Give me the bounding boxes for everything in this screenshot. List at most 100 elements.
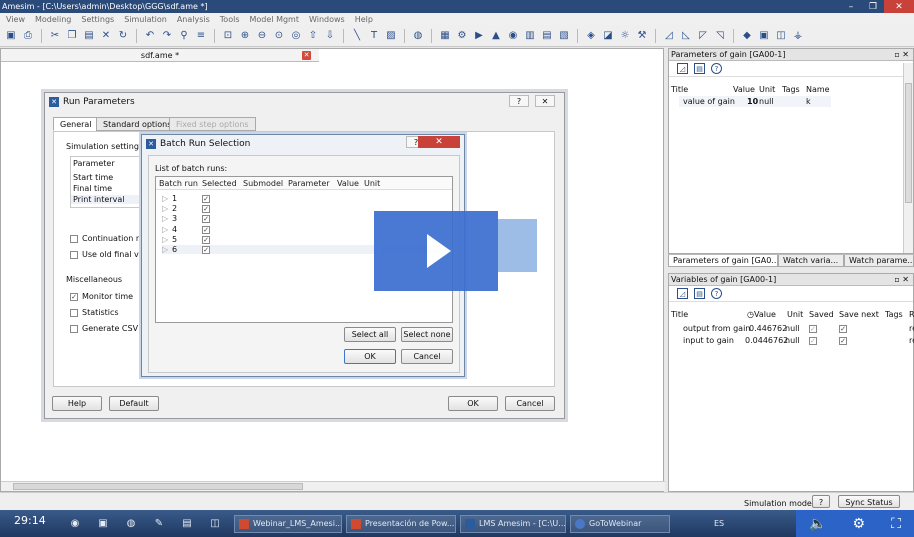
print-icon[interactable]: ⎙ [21,29,35,43]
generate-csv-checkbox[interactable]: Generate CSV [70,324,138,333]
chart-icon[interactable]: ▥ [523,29,537,43]
default-button[interactable]: Default [109,396,159,411]
zoom-area-icon[interactable]: ⊙ [272,29,286,43]
panel-float-close-icon[interactable]: ▫ ✕ [894,49,909,61]
text-icon[interactable]: T [367,29,381,43]
triangle-icon[interactable]: ▲ [489,29,503,43]
batch-row[interactable]: ▷ 4 ✓ [162,225,214,234]
tab-fixed-step-options[interactable]: Fixed step options [169,117,256,131]
image-icon[interactable]: ▨ [384,29,398,43]
col-submodel[interactable]: Submodel [243,179,283,188]
table-row[interactable]: value of gain 10 null k [679,96,831,107]
export-icon[interactable]: ▧ [557,29,571,43]
table-row[interactable]: input to gain 0.0446762 null ✓ ✓ re [669,336,914,347]
settings-icon[interactable]: ☼ [618,29,632,43]
compile-icon[interactable]: ⚙ [455,29,469,43]
fullscreen-icon[interactable]: ⛶ [891,516,901,532]
component-icon[interactable]: ◍ [411,29,425,43]
table-icon[interactable]: ▤ [694,63,705,74]
tab-standard-options[interactable]: Standard options [96,117,179,131]
menu-analysis[interactable]: Analysis [177,15,210,24]
cancel-button[interactable]: Cancel [401,349,453,364]
zoom-reset-icon[interactable]: ◎ [289,29,303,43]
ok-button[interactable]: OK [344,349,396,364]
settings-gear-icon[interactable]: ⚙ [853,516,866,532]
menu-view[interactable]: View [6,15,25,24]
volume-icon[interactable]: 🔈 [809,516,826,532]
zoom-in-icon[interactable]: ⊕ [238,29,252,43]
help-icon[interactable]: ? [711,288,722,299]
horizontal-scrollbar[interactable] [1,481,665,491]
cancel-button[interactable]: Cancel [505,396,555,411]
panel-float-close-icon[interactable]: ▫ ✕ [894,274,909,286]
tab-watch-parameters[interactable]: Watch parame... [844,255,914,267]
col-value[interactable]: Value [337,179,359,188]
menu-help[interactable]: Help [355,15,373,24]
close-icon[interactable]: ✕ [418,136,460,148]
python-icon[interactable]: ◆ [740,29,754,43]
move-up-icon[interactable]: ⇧ [306,29,320,43]
plot-icon[interactable]: ◿ [677,63,688,74]
col-parameter[interactable]: Parameter [288,179,330,188]
graph-b-icon[interactable]: ◺ [679,29,693,43]
move-down-icon[interactable]: ⇩ [323,29,337,43]
col-unit[interactable]: Unit [787,310,803,319]
tab-parameters[interactable]: Parameters of gain [GA0... [668,255,778,267]
help-icon[interactable]: ? [812,495,830,508]
paste-icon[interactable]: ▤ [82,29,96,43]
table-icon[interactable]: ▤ [694,288,705,299]
taskbar-webinar[interactable]: Webinar_LMS_Amesi... [234,514,342,533]
help-icon[interactable]: ? [711,63,722,74]
tab-general[interactable]: General [53,117,99,131]
col-name[interactable]: Name [806,85,830,94]
minimize-icon[interactable]: – [840,0,862,13]
col-value[interactable]: ◷Value [747,310,776,319]
menu-tools[interactable]: Tools [220,15,240,24]
menu-modeling[interactable]: Modeling [35,15,71,24]
app2-icon[interactable]: ▤ [180,517,194,531]
supercomponent-icon[interactable]: ▦ [438,29,452,43]
redo-icon[interactable]: ↷ [160,29,174,43]
batch-row[interactable]: ▷ 1 ✓ [162,194,214,203]
monitor-time-checkbox[interactable]: ✓ Monitor time [70,292,133,301]
video-play-button[interactable] [374,211,498,291]
col-batch-run[interactable]: Batch run [159,179,198,188]
graph-a-icon[interactable]: ◿ [662,29,676,43]
cut-icon[interactable]: ✂ [48,29,62,43]
param-start-time[interactable]: Start time [73,173,113,182]
maximize-icon[interactable]: ❐ [862,0,884,13]
tools-icon[interactable]: ⚒ [635,29,649,43]
close-icon[interactable]: ✕ [535,95,555,107]
col-selected[interactable]: Selected [202,179,237,188]
close-tab-icon[interactable]: ✕ [302,51,311,60]
zoom-fit-icon[interactable]: ⊡ [221,29,235,43]
graph-d-icon[interactable]: ◹ [713,29,727,43]
chrome-icon[interactable]: ◉ [68,517,82,531]
menu-simulation[interactable]: Simulation [124,15,167,24]
menu-windows[interactable]: Windows [309,15,345,24]
line-icon[interactable]: ╲ [350,29,364,43]
table-icon[interactable]: ▤ [540,29,554,43]
app-icon[interactable]: ▣ [757,29,771,43]
save-icon[interactable]: ▣ [4,29,18,43]
statistics-checkbox[interactable]: Statistics [70,308,119,317]
col-tags[interactable]: Tags [782,85,800,94]
table-row[interactable]: output from gain 0.446762 null ✓ ✓ re [669,324,914,335]
find-icon[interactable]: ⚲ [177,29,191,43]
col-title[interactable]: Title [671,310,688,319]
col-title[interactable]: Title [671,85,688,94]
help-button[interactable]: Help [52,396,102,411]
document-tab[interactable]: sdf.ame * [1,49,319,62]
language-indicator[interactable]: ES [714,519,724,528]
select-none-button[interactable]: Select none [401,327,453,342]
delete-icon[interactable]: ✕ [99,29,113,43]
ok-button[interactable]: OK [448,396,498,411]
col-unit[interactable]: Unit [759,85,775,94]
col-value[interactable]: Value [733,85,755,94]
target-icon[interactable]: ◉ [506,29,520,43]
col-unit[interactable]: Unit [364,179,380,188]
vertical-scrollbar[interactable] [903,63,913,253]
col-tags[interactable]: Tags [885,310,903,319]
taskbar-presentation[interactable]: Presentación de Pow... [346,514,456,533]
taskbar-gotowebinar[interactable]: GoToWebinar [570,514,670,533]
